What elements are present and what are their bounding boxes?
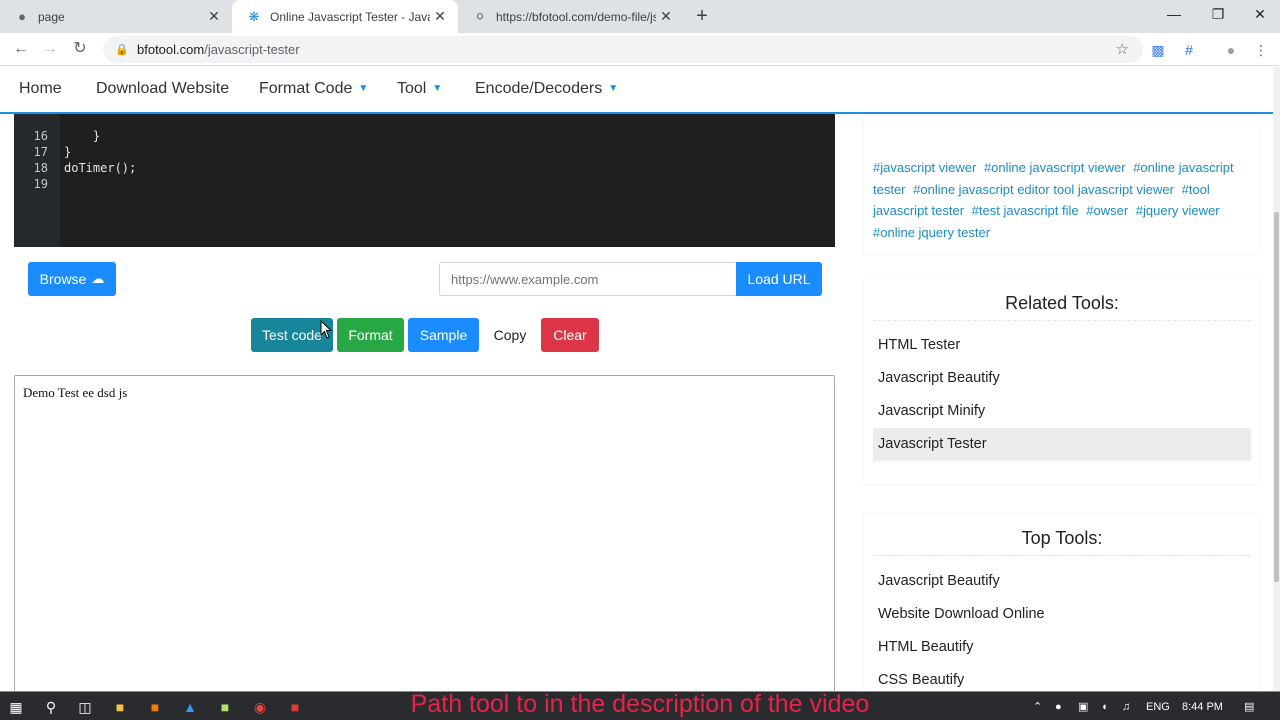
translate-icon[interactable]: ▩ (1148, 40, 1168, 60)
nav-tool[interactable]: Tool ▼ (397, 80, 442, 98)
related-link-javascript-tester[interactable]: Javascript Tester (873, 428, 1251, 461)
close-tab-icon[interactable]: ✕ (430, 8, 450, 25)
chevron-down-icon: ▼ (358, 83, 369, 94)
browser-tab-strip: ● page ✕ ❋ Online Javascript Tester - Ja… (0, 0, 1280, 33)
profile-avatar-icon[interactable]: ● (1221, 40, 1241, 60)
code-editor[interactable]: 16 } 17} 18 doTimer(); 19 (14, 114, 835, 247)
bfotool-icon: ❋ (248, 8, 260, 24)
code-line: 19 (33, 177, 48, 191)
bookmark-star-icon[interactable]: ☆ (1116, 40, 1129, 58)
copy-button[interactable]: Copy (483, 318, 537, 352)
top-tools-title: Top Tools: (1021, 528, 1103, 548)
related-link-javascript-minify[interactable]: Javascript Minify (873, 395, 1251, 428)
extension-icon[interactable]: # (1179, 40, 1199, 60)
close-tab-icon[interactable]: ✕ (656, 8, 676, 25)
related-link-javascript-beautify[interactable]: Javascript Beautify (873, 362, 1251, 395)
url-host: bfotool.com (137, 42, 205, 57)
related-tools-title: Related Tools: (1005, 293, 1119, 313)
tags-card: #javascript viewer #online javascript vi… (864, 114, 1260, 254)
tab-page[interactable]: ● page ✕ (0, 0, 232, 33)
divider (873, 320, 1251, 321)
address-bar[interactable]: 🔒 bfotool.com/javascript-tester ☆ (103, 36, 1143, 63)
tab-javascript-tester[interactable]: ❋ Online Javascript Tester - Javascri ✕ (232, 0, 458, 33)
reload-icon[interactable]: ↻ (69, 38, 91, 60)
globe-icon: ⚪ (474, 8, 486, 24)
tab-title: page (38, 9, 65, 24)
output-text: Demo Test ee dsd js (23, 385, 128, 400)
page-scrollbar[interactable] (1273, 67, 1280, 691)
related-link-html-tester[interactable]: HTML Tester (873, 329, 1251, 362)
divider (873, 555, 1251, 556)
clear-button[interactable]: Clear (541, 318, 599, 352)
tag-link[interactable]: #owser (1086, 203, 1128, 218)
tab-demo-file[interactable]: ⚪ https://bfotool.com/demo-file/js ✕ (458, 0, 684, 33)
code-line: 18 doTimer(); (33, 161, 137, 175)
tag-link[interactable]: #jquery viewer (1136, 203, 1220, 218)
format-button[interactable]: Format (337, 318, 404, 352)
tab-title: Online Javascript Tester - Javascri (270, 9, 430, 24)
nav-encode-decoders[interactable]: Encode/Decoders ▼ (475, 80, 618, 98)
browse-button[interactable]: Browse ☁ (28, 262, 116, 296)
browser-toolbar: ← → ↻ 🔒 bfotool.com/javascript-tester ☆ … (0, 33, 1280, 66)
tag-link[interactable]: #test javascript file (972, 203, 1079, 218)
new-tab-button[interactable]: + (692, 5, 712, 27)
tag-link[interactable]: #online javascript editor tool javascrip… (913, 182, 1174, 197)
restore-icon[interactable]: ❐ (1196, 0, 1240, 30)
menu-kebab-icon[interactable]: ⋮ (1251, 40, 1271, 60)
close-window-icon[interactable]: ✕ (1238, 0, 1280, 30)
url-input[interactable] (439, 262, 736, 296)
code-line: 17} (33, 145, 72, 159)
top-tools-card: Top Tools: Javascript Beautify Website D… (864, 514, 1260, 691)
video-caption-overlay: Path tool to in the description of the v… (410, 690, 870, 718)
close-tab-icon[interactable]: ✕ (204, 8, 224, 25)
output-panel: Demo Test ee dsd js (14, 375, 835, 695)
tab-title: https://bfotool.com/demo-file/js (496, 9, 656, 24)
minimize-icon[interactable]: — (1152, 0, 1196, 30)
url-path: /javascript-tester (204, 42, 300, 57)
top-link-javascript-beautify[interactable]: Javascript Beautify (873, 565, 1251, 598)
nav-download-website[interactable]: Download Website (96, 80, 229, 98)
top-link-html-beautify[interactable]: HTML Beautify (873, 631, 1251, 664)
top-link-website-download[interactable]: Website Download Online (873, 598, 1251, 631)
nav-format-code[interactable]: Format Code ▼ (259, 80, 368, 98)
lock-icon: 🔒 (115, 44, 129, 56)
tag-link[interactable]: #javascript viewer (873, 160, 976, 175)
nav-home[interactable]: Home (19, 80, 62, 98)
back-icon[interactable]: ← (10, 38, 32, 60)
code-line: 16 } (33, 129, 101, 143)
related-tools-card: Related Tools: HTML Tester Javascript Be… (864, 279, 1260, 484)
forward-icon[interactable]: → (39, 38, 61, 60)
chevron-down-icon: ▼ (432, 83, 443, 94)
tag-link[interactable]: #online jquery tester (873, 225, 990, 240)
site-navigation: Home Download Website Format Code ▼ Tool ▼… (0, 67, 1273, 114)
mouse-cursor-icon (320, 320, 332, 339)
load-url-button[interactable]: Load URL (736, 262, 822, 296)
github-icon: ● (18, 9, 26, 24)
chevron-down-icon: ▼ (608, 83, 619, 94)
sample-button[interactable]: Sample (408, 318, 479, 352)
cloud-upload-icon: ☁ (91, 271, 105, 286)
scrollbar-thumb[interactable] (1274, 212, 1279, 582)
tag-link[interactable]: #online javascript viewer (984, 160, 1126, 175)
